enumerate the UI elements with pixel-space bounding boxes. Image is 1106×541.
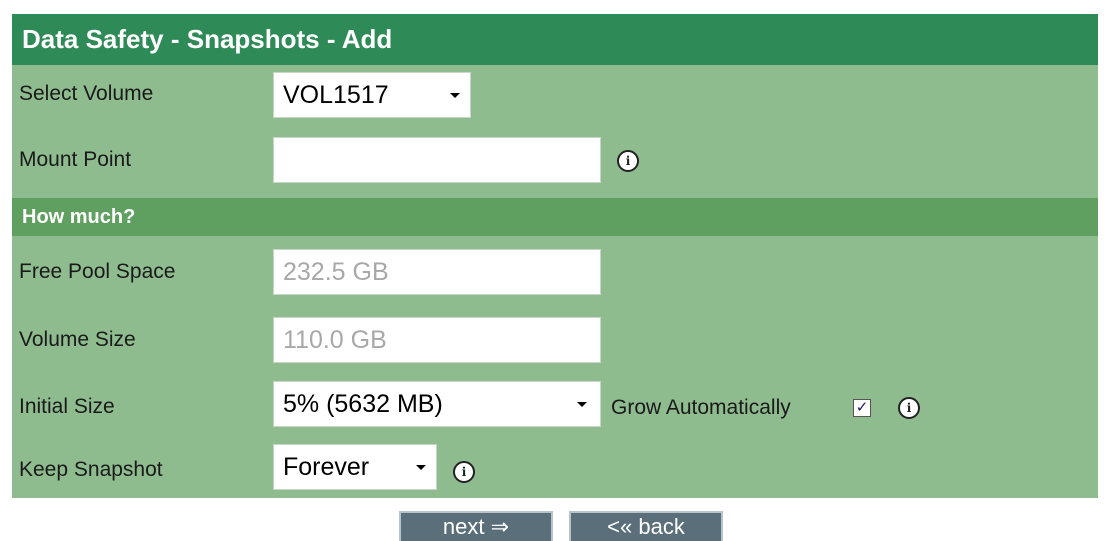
select-volume-label: Select Volume: [19, 82, 154, 105]
info-icon[interactable]: i: [898, 397, 920, 419]
next-button[interactable]: next ⇒: [399, 511, 553, 541]
keep-snapshot-value: Forever: [283, 453, 370, 481]
initial-size-value: 5% (5632 MB): [283, 390, 443, 418]
free-pool-space-label: Free Pool Space: [19, 260, 176, 283]
mount-point-label: Mount Point: [19, 148, 132, 171]
back-button[interactable]: <« back: [569, 511, 723, 541]
initial-size-dropdown[interactable]: 5% (5632 MB): [273, 381, 601, 427]
info-icon[interactable]: i: [453, 461, 475, 483]
info-icon[interactable]: i: [617, 150, 639, 172]
volume-size-label: Volume Size: [19, 328, 136, 351]
free-pool-space-field: 232.5 GB: [273, 249, 601, 295]
volume-size-field: 110.0 GB: [273, 317, 601, 363]
grow-automatically-checkbox[interactable]: ✓: [853, 399, 871, 417]
grow-automatically-label: Grow Automatically: [611, 396, 791, 419]
chevron-down-icon: [416, 465, 426, 470]
select-volume-dropdown[interactable]: VOL1517: [273, 72, 471, 118]
chevron-down-icon: [450, 93, 460, 98]
page-title: Data Safety - Snapshots - Add: [12, 14, 1098, 65]
keep-snapshot-dropdown[interactable]: Forever: [273, 444, 437, 490]
select-volume-value: VOL1517: [283, 81, 389, 109]
section-header-how-much: How much?: [12, 198, 1098, 236]
mount-point-input[interactable]: [273, 137, 601, 183]
checkmark-icon: ✓: [855, 399, 869, 416]
keep-snapshot-label: Keep Snapshot: [19, 458, 163, 481]
initial-size-label: Initial Size: [19, 395, 115, 418]
chevron-down-icon: [577, 402, 587, 407]
